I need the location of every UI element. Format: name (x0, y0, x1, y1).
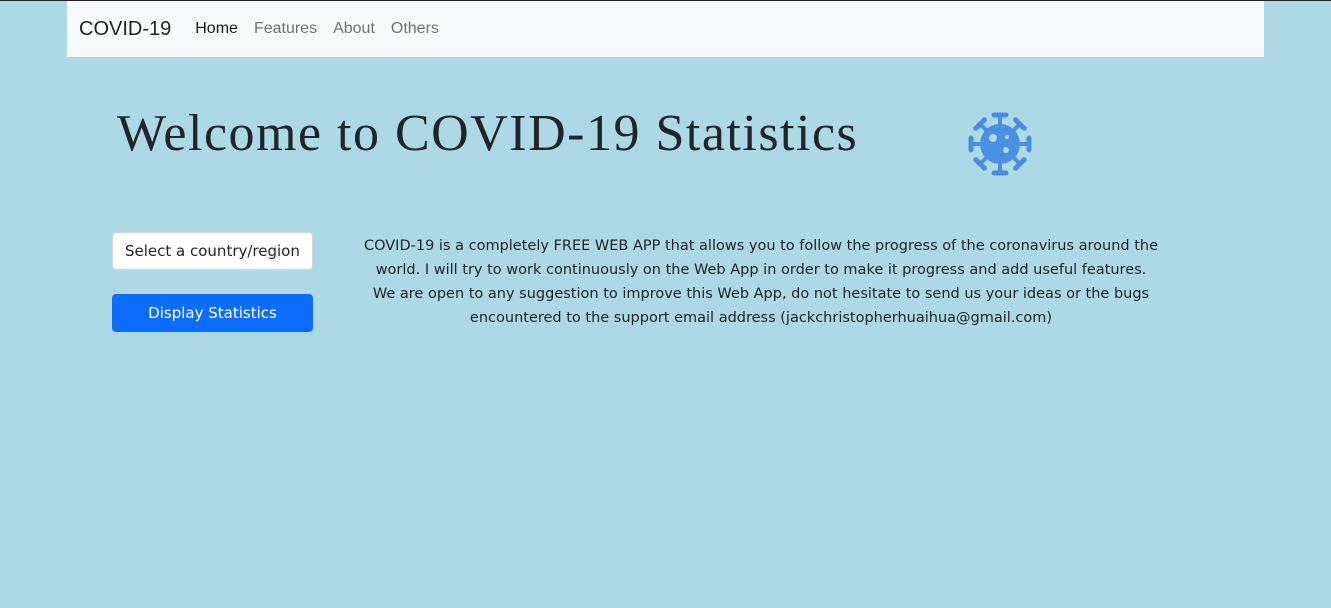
display-statistics-button[interactable]: Display Statistics (112, 294, 313, 332)
description-paragraph-2: We are open to any suggestion to improve… (372, 286, 1150, 326)
country-select[interactable]: Select a country/region (112, 232, 313, 270)
nav-link-features[interactable]: Features (254, 20, 317, 38)
nav-link-about[interactable]: About (333, 20, 375, 38)
nav-link-home[interactable]: Home (195, 20, 238, 38)
page-title: Welcome to COVID-19 Statistics (117, 105, 859, 162)
description-paragraph-1: COVID-19 is a completely FREE WEB APP th… (363, 238, 1159, 278)
navbar: COVID-19 Home Features About Others (67, 1, 1264, 57)
brand-logo[interactable]: COVID-19 (79, 18, 171, 41)
virus-icon (968, 112, 1032, 176)
app-description: COVID-19 is a completely FREE WEB APP th… (360, 234, 1162, 330)
nav-link-others[interactable]: Others (391, 20, 439, 38)
